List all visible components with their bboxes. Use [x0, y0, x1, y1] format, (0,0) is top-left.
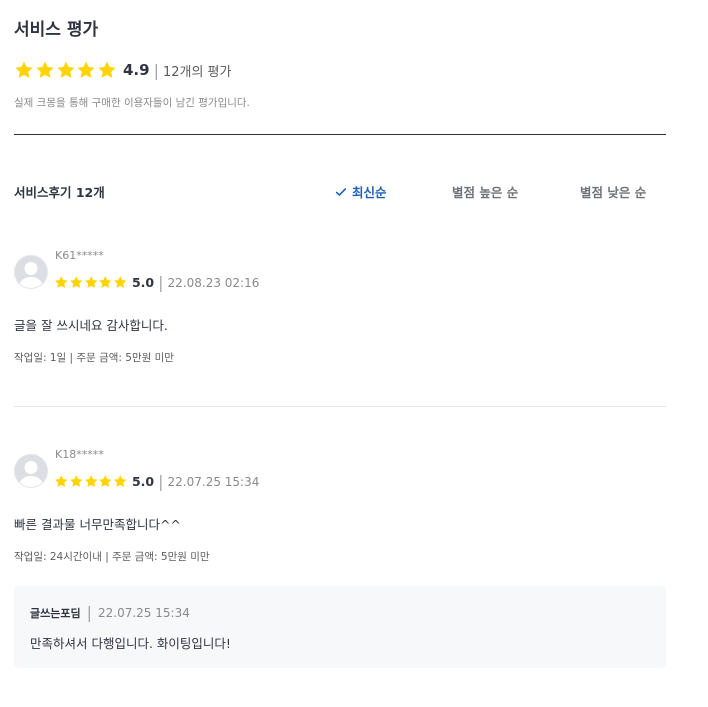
- separator: |: [86, 603, 92, 622]
- overall-score: 4.9: [122, 61, 150, 79]
- page-title: 서비스 평가: [14, 20, 99, 40]
- review-score: 5.0: [131, 275, 155, 290]
- review-score: 5.0: [131, 474, 155, 489]
- review-meta: 5.0 | 22.07.25 15:34: [54, 472, 259, 491]
- separator: |: [153, 60, 159, 80]
- review-stars: [54, 275, 128, 290]
- reply-text: 만족하셔서 다행입니다. 화이팅입니다!: [30, 636, 231, 651]
- review-username: K18*****: [55, 448, 104, 461]
- star-icon: [36, 61, 54, 78]
- reply-meta: 글쓰는포딤 | 22.07.25 15:34: [30, 603, 190, 622]
- sort-latest-label: 최신순: [352, 185, 387, 200]
- star-icon: [99, 475, 112, 488]
- star-icon: [57, 61, 75, 78]
- star-icon: [98, 61, 116, 78]
- star-icon: [15, 61, 33, 78]
- default-user-avatar-icon: [15, 455, 47, 487]
- seller-reply: 글쓰는포딤 | 22.07.25 15:34 만족하셔서 다행입니다. 화이팅입…: [14, 586, 666, 668]
- star-icon: [99, 276, 112, 289]
- review-meta: 5.0 | 22.08.23 02:16: [54, 273, 259, 292]
- review-date: 22.07.25 15:34: [167, 474, 260, 489]
- reply-date: 22.07.25 15:34: [98, 605, 190, 620]
- separator: |: [158, 273, 164, 292]
- header-divider: [14, 134, 666, 135]
- review-work-info: 작업일: 1일 | 주문 금액: 5만원 미만: [14, 352, 174, 364]
- avatar[interactable]: [14, 255, 48, 289]
- check-icon: [335, 188, 347, 196]
- review-divider: [14, 406, 666, 407]
- separator: |: [158, 472, 164, 491]
- review-date: 22.08.23 02:16: [167, 275, 260, 290]
- star-icon: [69, 276, 83, 289]
- default-user-avatar-icon: [15, 256, 47, 288]
- star-icon: [114, 475, 127, 488]
- rating-description: 실제 크몽을 통해 구매한 이용자들이 남긴 평가입니다.: [14, 97, 250, 109]
- reply-author: 글쓰는포딤: [30, 606, 81, 620]
- review-count: 12개의 평가: [162, 64, 232, 80]
- overall-stars: [14, 60, 118, 80]
- sort-latest[interactable]: 최신순: [334, 182, 387, 201]
- star-icon: [55, 276, 68, 289]
- star-icon: [84, 276, 98, 289]
- star-icon: [84, 475, 98, 488]
- reviews-heading: 서비스후기 12개: [14, 185, 105, 200]
- review-text: 빠른 결과물 너무만족합니다^^: [14, 517, 181, 532]
- star-icon: [114, 276, 127, 289]
- sort-lowest-label: 별점 낮은 순: [580, 185, 647, 200]
- star-icon: [55, 475, 68, 488]
- star-icon: [69, 475, 83, 488]
- sort-highest-label: 별점 높은 순: [452, 185, 519, 200]
- sort-highest[interactable]: 별점 높은 순: [452, 182, 518, 201]
- review-text: 글을 잘 쓰시네요 감사합니다.: [14, 318, 168, 333]
- sort-lowest[interactable]: 별점 낮은 순: [580, 182, 646, 201]
- avatar[interactable]: [14, 454, 48, 488]
- review-username: K61*****: [55, 249, 104, 262]
- overall-rating: 4.9 | 12개의 평가: [14, 60, 231, 80]
- star-icon: [77, 61, 95, 78]
- review-stars: [54, 474, 128, 489]
- review-work-info: 작업일: 24시간이내 | 주문 금액: 5만원 미만: [14, 551, 210, 563]
